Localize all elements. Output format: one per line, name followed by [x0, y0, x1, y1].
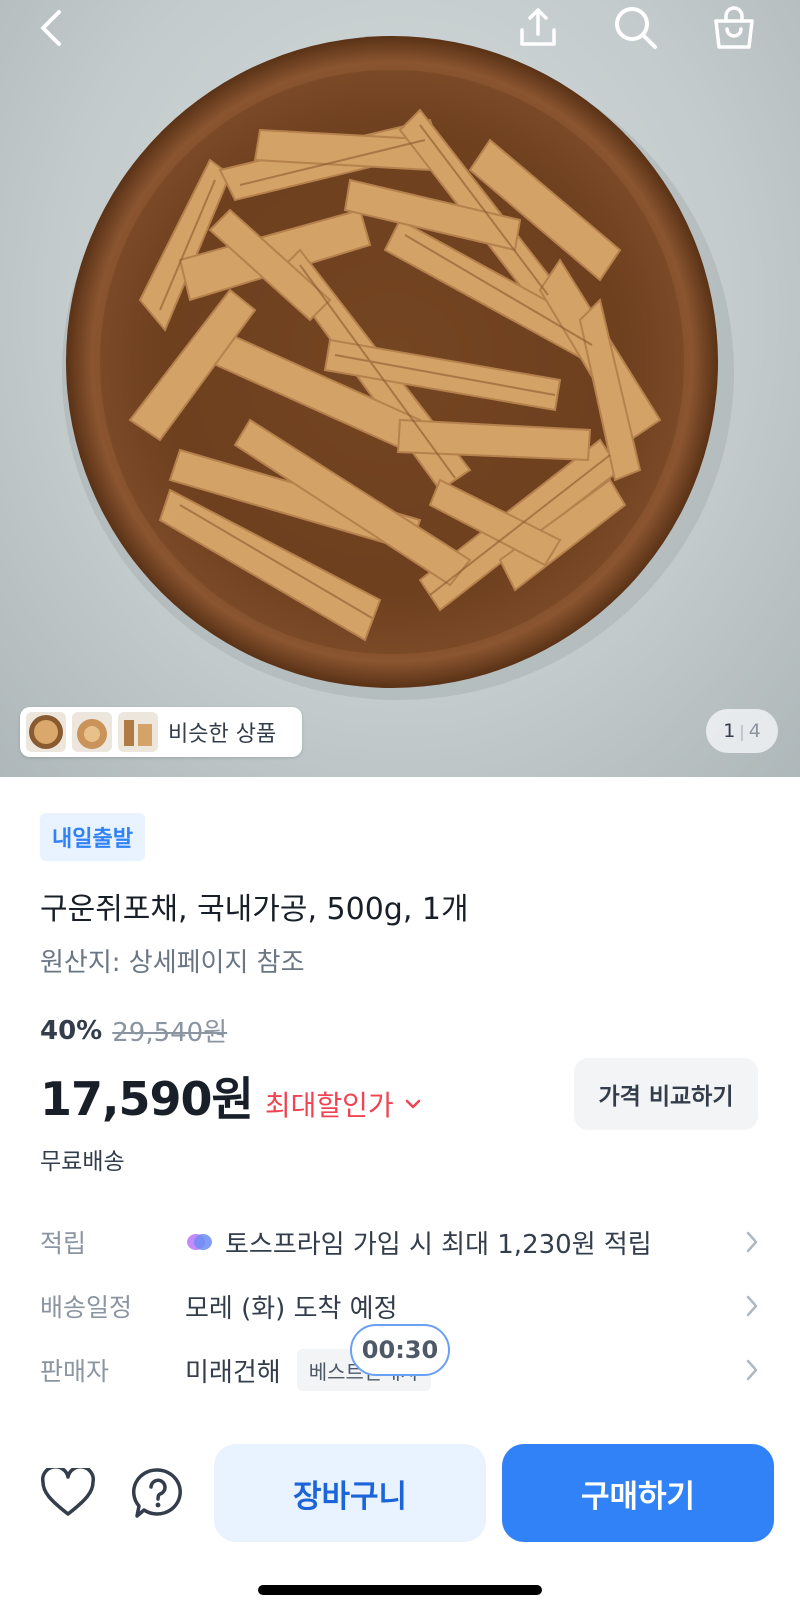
original-price: 29,540원: [112, 1018, 228, 1048]
shopping-bag-icon: [714, 6, 754, 49]
best-price-toggle[interactable]: 최대할인가: [265, 1084, 422, 1124]
wishlist-button[interactable]: [38, 1463, 98, 1523]
sale-price: 17,590원: [40, 1072, 254, 1126]
image-counter: 1 | 4: [706, 709, 778, 753]
points-key: 적립: [40, 1229, 87, 1258]
home-indicator[interactable]: [258, 1585, 542, 1595]
shopping-bag-button[interactable]: [706, 0, 762, 56]
timer-badge: 00:30: [350, 1324, 450, 1376]
question-icon: [131, 1468, 182, 1518]
similar-thumb-2: [72, 712, 112, 752]
free-shipping-label: 무료배송: [40, 1149, 125, 1175]
product-photo: [62, 36, 734, 700]
price-row: 17,590원 최대할인가: [40, 1063, 422, 1129]
points-row[interactable]: 적립 토스프라임 가입 시 최대 1,230원 적립: [40, 1217, 760, 1267]
points-value: 토스프라임 가입 시 최대 1,230원 적립: [225, 1229, 652, 1260]
share-icon: [520, 8, 556, 46]
image-counter-total: 4: [748, 720, 761, 742]
seller-name: 미래건해: [185, 1357, 281, 1388]
product-qa-button[interactable]: [128, 1463, 188, 1523]
add-to-cart-button[interactable]: 장바구니: [214, 1444, 486, 1542]
delivery-key: 배송일정: [40, 1293, 133, 1322]
product-title: 구운쥐포채, 국내가공, 500g, 1개: [40, 892, 469, 927]
best-price-label: 최대할인가: [264, 1089, 394, 1122]
chevron-right-icon: [746, 1359, 758, 1381]
search-button[interactable]: [608, 0, 664, 56]
chevron-right-icon: [746, 1295, 758, 1317]
back-button[interactable]: [24, 0, 80, 56]
discount-row: 40% 29,540원: [40, 1012, 227, 1049]
chevron-right-icon: [746, 1231, 758, 1253]
heart-icon: [41, 1468, 95, 1516]
price-compare-button[interactable]: 가격 비교하기: [574, 1058, 758, 1130]
product-image[interactable]: 비슷한 상품 1 | 4: [0, 0, 800, 777]
similar-thumb-1: [26, 712, 66, 752]
toss-prime-icon: [187, 1234, 212, 1250]
back-icon: [41, 10, 61, 46]
delivery-value: 모레 (화) 도착 예정: [185, 1293, 398, 1324]
image-counter-separator: |: [739, 721, 745, 741]
shipping-badge: 내일출발: [40, 813, 145, 861]
buy-now-button[interactable]: 구매하기: [502, 1444, 774, 1542]
product-origin: 원산지: 상세페이지 참조: [40, 948, 305, 978]
search-icon: [615, 7, 657, 49]
image-counter-current: 1: [723, 720, 736, 742]
similar-products-button[interactable]: 비슷한 상품: [20, 707, 302, 757]
points-value-wrap: 토스프라임 가입 시 최대 1,230원 적립: [185, 1224, 652, 1261]
top-navigation: [0, 0, 800, 80]
discount-rate: 40%: [40, 1015, 103, 1046]
similar-products-label: 비슷한 상품: [168, 722, 277, 747]
chevron-down-icon: [405, 1099, 420, 1109]
seller-key: 판매자: [40, 1357, 110, 1386]
similar-thumb-3: [118, 712, 158, 752]
share-button[interactable]: [510, 0, 566, 56]
